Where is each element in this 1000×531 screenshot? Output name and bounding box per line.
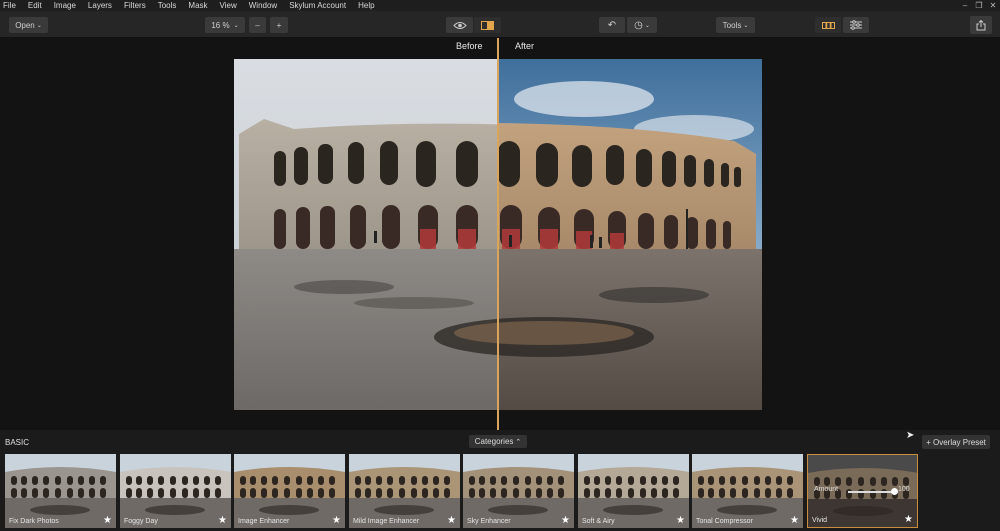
star-icon[interactable]: ★ — [561, 516, 570, 526]
star-icon[interactable]: ★ — [790, 516, 799, 526]
zoom-select[interactable]: 16 % ⌄ — [205, 17, 245, 33]
amount-slider[interactable] — [848, 491, 894, 493]
preset-name: Sky Enhancer — [467, 518, 511, 525]
preset-thumbnail[interactable]: Mild Image Enhancer ★ — [349, 454, 460, 528]
menu-window[interactable]: Window — [243, 0, 283, 11]
presets-icon — [821, 21, 835, 29]
menu-skylum-account[interactable]: Skylum Account — [283, 0, 352, 11]
preset-thumbnail[interactable]: Image Enhancer ★ — [234, 454, 345, 528]
sliders-icon — [850, 20, 862, 30]
categories-button[interactable]: Categories ⌃ — [469, 435, 527, 448]
menu-edit[interactable]: Edit — [22, 0, 48, 11]
zoom-in-button[interactable]: + — [270, 17, 288, 33]
open-label: Open — [15, 20, 35, 30]
zoom-out-button[interactable]: – — [249, 17, 266, 33]
preview-toggle-button[interactable] — [446, 17, 473, 33]
eye-icon — [452, 21, 467, 29]
before-label: Before — [456, 41, 483, 51]
star-icon[interactable]: ★ — [332, 516, 341, 526]
preset-image — [463, 454, 574, 528]
undo-icon: ↶ — [607, 19, 617, 31]
preset-image — [234, 454, 345, 528]
preset-thumbnail[interactable]: Foggy Day ★ — [120, 454, 231, 528]
adjustments-panel-button[interactable] — [843, 17, 869, 33]
mouse-cursor-icon: ➤ — [906, 430, 915, 441]
menu-file[interactable]: File — [0, 0, 22, 11]
star-icon[interactable]: ★ — [676, 516, 685, 526]
preset-thumbnail[interactable]: Tonal Compressor ★ — [692, 454, 803, 528]
split-view-icon — [481, 20, 494, 30]
zoom-value: 16 % — [211, 20, 230, 30]
preset-thumbnail[interactable]: Soft & Airy ★ — [578, 454, 689, 528]
before-after-divider[interactable] — [497, 38, 499, 430]
open-button[interactable]: Open ⌄ — [9, 17, 48, 33]
preset-image — [5, 454, 116, 528]
share-icon — [976, 19, 986, 30]
menu-filters[interactable]: Filters — [118, 0, 152, 11]
menu-mask[interactable]: Mask — [182, 0, 213, 11]
preset-thumbnail[interactable]: Vivid ★ Amount 100 — [807, 454, 918, 528]
menu-view[interactable]: View — [214, 0, 243, 11]
preset-image — [578, 454, 689, 528]
preset-thumbnail[interactable]: Sky Enhancer ★ — [463, 454, 574, 528]
section-title: BASIC — [5, 438, 30, 447]
preset-name: Vivid — [812, 517, 828, 524]
star-icon[interactable]: ★ — [904, 515, 913, 525]
preset-name: Image Enhancer — [238, 518, 290, 525]
clock-icon: ◷ — [634, 19, 643, 31]
restore-icon[interactable]: ❐ — [972, 0, 986, 11]
toolbar: Open ⌄ 16 % ⌄ – + ↶ ◷ ⌄ Tools ⌄ — [0, 11, 1000, 38]
preset-name: Soft & Airy — [582, 518, 615, 525]
preset-thumbnail[interactable]: Fix Dark Photos ★ — [5, 454, 116, 528]
history-button[interactable]: ◷ ⌄ — [627, 17, 657, 33]
tools-label: Tools — [722, 20, 742, 30]
amount-label: Amount — [814, 486, 839, 493]
zoom-out-label: – — [255, 20, 260, 30]
chevron-up-icon: ⌃ — [515, 438, 522, 446]
preset-image — [692, 454, 803, 528]
image-canvas[interactable]: Before After — [0, 38, 1000, 430]
preset-name: Foggy Day — [124, 518, 158, 525]
categories-label: Categories — [474, 437, 514, 446]
before-after-button[interactable] — [474, 17, 501, 33]
menu-bar: File Edit Image Layers Filters Tools Mas… — [0, 0, 1000, 11]
star-icon[interactable]: ★ — [447, 516, 456, 526]
preset-image — [120, 454, 231, 528]
presets-panel-button[interactable] — [815, 17, 841, 33]
preset-image — [349, 454, 460, 528]
minimize-icon[interactable]: – — [958, 0, 972, 11]
presets-panel: BASIC Categories ⌃ + Overlay Preset Fix … — [0, 430, 1000, 531]
star-icon[interactable]: ★ — [103, 516, 112, 526]
chevron-down-icon: ⌄ — [36, 22, 42, 29]
close-icon[interactable]: ✕ — [986, 0, 1000, 11]
preset-name: Fix Dark Photos — [9, 518, 59, 525]
overlay-preset-button[interactable]: + Overlay Preset — [922, 435, 990, 449]
amount-value: 100 — [898, 486, 910, 493]
menu-help[interactable]: Help — [352, 0, 380, 11]
preset-name: Tonal Compressor — [696, 518, 753, 525]
star-icon[interactable]: ★ — [218, 516, 227, 526]
preset-name: Mild Image Enhancer — [353, 518, 420, 525]
share-button[interactable] — [970, 16, 992, 34]
overlay-label: + Overlay Preset — [926, 437, 986, 447]
after-label: After — [515, 41, 535, 51]
window-controls: – ❐ ✕ — [958, 0, 1000, 11]
chevron-down-icon: ⌄ — [233, 22, 239, 29]
tools-button[interactable]: Tools ⌄ — [716, 17, 755, 33]
chevron-down-icon: ⌄ — [644, 22, 650, 29]
zoom-in-label: + — [276, 20, 282, 30]
undo-button[interactable]: ↶ — [599, 17, 625, 33]
menu-tools[interactable]: Tools — [152, 0, 183, 11]
chevron-down-icon: ⌄ — [743, 22, 749, 29]
menu-image[interactable]: Image — [48, 0, 82, 11]
menu-layers[interactable]: Layers — [82, 0, 118, 11]
amount-slider-handle[interactable] — [891, 488, 898, 495]
